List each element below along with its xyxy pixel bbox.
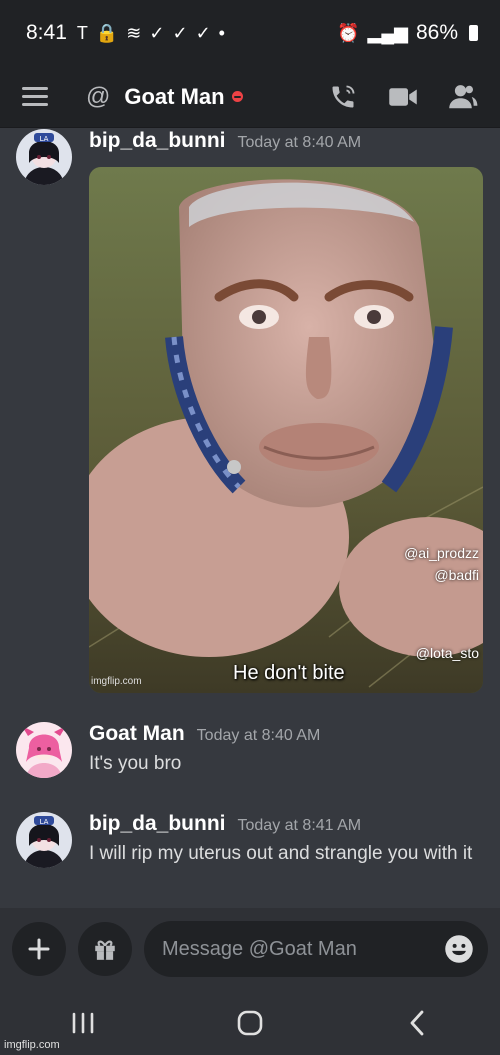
message-list[interactable]: LA bip_da_bunni Today at 8:40 AM @ai_pro… xyxy=(0,129,500,908)
check-icon: ✓ xyxy=(195,22,211,43)
message-body: Goat Man Today at 8:40 AM It's you bro xyxy=(89,722,489,778)
signal-icon: ▂▄▆ xyxy=(367,22,408,43)
timestamp: Today at 8:40 AM xyxy=(237,134,362,151)
status-bar: 8:41 T 🔒 ≋ ✓ ✓ ✓ • ⏰ ▂▄▆ 86% xyxy=(0,0,500,66)
channel-header: @ Goat Man xyxy=(0,66,500,128)
emoji-button[interactable] xyxy=(444,934,474,964)
emoji-icon xyxy=(445,935,473,963)
phone-icon xyxy=(332,85,355,107)
message-body: bip_da_bunni Today at 8:41 AM I will rip… xyxy=(89,812,489,868)
voice-call-button[interactable] xyxy=(328,82,358,112)
image-source: imgflip.com xyxy=(91,676,142,687)
notification-icons: T 🔒 ≋ ✓ ✓ ✓ • xyxy=(77,23,225,44)
svg-text:LA: LA xyxy=(40,818,49,826)
username[interactable]: Goat Man xyxy=(89,722,185,746)
watermark-text: @ai_prodzz xyxy=(404,545,479,561)
dot-icon: • xyxy=(218,22,225,43)
home-button[interactable] xyxy=(230,1003,270,1043)
video-camera-icon xyxy=(389,87,417,106)
message-header: bip_da_bunni Today at 8:41 AM xyxy=(89,812,489,836)
watermark-text: @lota_sto xyxy=(415,645,479,661)
message-header: bip_da_bunni Today at 8:40 AM xyxy=(89,129,489,153)
avatar[interactable]: LA xyxy=(16,812,72,868)
add-attachment-button[interactable] xyxy=(12,922,66,976)
people-icon xyxy=(449,84,478,108)
image-caption: He don't bite xyxy=(233,662,345,684)
timestamp: Today at 8:40 AM xyxy=(196,727,321,744)
imgflip-watermark: imgflip.com xyxy=(4,1039,60,1051)
message-input[interactable] xyxy=(144,921,488,977)
channel-name[interactable]: Goat Man xyxy=(124,84,224,110)
battery-icon xyxy=(469,25,478,41)
message-composer xyxy=(0,908,500,990)
gift-button[interactable] xyxy=(78,922,132,976)
lock-icon: 🔒 xyxy=(95,22,119,43)
message-body: bip_da_bunni Today at 8:40 AM xyxy=(89,129,489,153)
gift-icon xyxy=(95,940,115,960)
back-button[interactable] xyxy=(397,1003,437,1043)
svg-text:LA: LA xyxy=(40,135,49,143)
meme-image xyxy=(89,167,483,693)
member-list-button[interactable] xyxy=(448,82,478,112)
alarm-icon: ⏰ xyxy=(337,22,360,43)
recent-apps-button[interactable] xyxy=(63,1003,103,1043)
system-navigation-bar: imgflip.com xyxy=(0,990,500,1055)
message-text: I will rip my uterus out and strangle yo… xyxy=(89,843,473,864)
menu-icon[interactable] xyxy=(22,87,48,106)
home-icon xyxy=(237,1010,263,1035)
image-attachment[interactable]: @ai_prodzz @badfi @lota_sto He don't bit… xyxy=(89,167,483,693)
system-icons: ⏰ ▂▄▆ 86% xyxy=(337,21,478,45)
recent-apps-icon xyxy=(73,1012,94,1033)
video-call-button[interactable] xyxy=(388,82,418,112)
avatar[interactable]: LA xyxy=(16,129,72,185)
timestamp: Today at 8:41 AM xyxy=(237,817,362,834)
back-icon xyxy=(410,1010,424,1035)
header-actions xyxy=(328,82,478,112)
message-header: Goat Man Today at 8:40 AM xyxy=(89,722,489,746)
message-input-wrapper xyxy=(144,921,488,977)
at-icon: @ xyxy=(86,82,111,110)
do-not-disturb-icon xyxy=(231,91,243,102)
avatar[interactable] xyxy=(16,722,72,778)
carrier-icon: T xyxy=(76,22,88,43)
watermark-text: @badfi xyxy=(434,567,479,583)
check-icon: ✓ xyxy=(149,22,165,43)
username[interactable]: bip_da_bunni xyxy=(89,812,226,836)
plus-icon xyxy=(28,938,50,960)
battery-level: 86% xyxy=(415,21,458,44)
message-text: It's you bro xyxy=(89,753,182,774)
clock: 8:41 xyxy=(26,21,67,44)
username[interactable]: bip_da_bunni xyxy=(89,129,226,153)
check-icon: ✓ xyxy=(172,22,188,43)
wifi-icon: ≋ xyxy=(126,22,142,43)
